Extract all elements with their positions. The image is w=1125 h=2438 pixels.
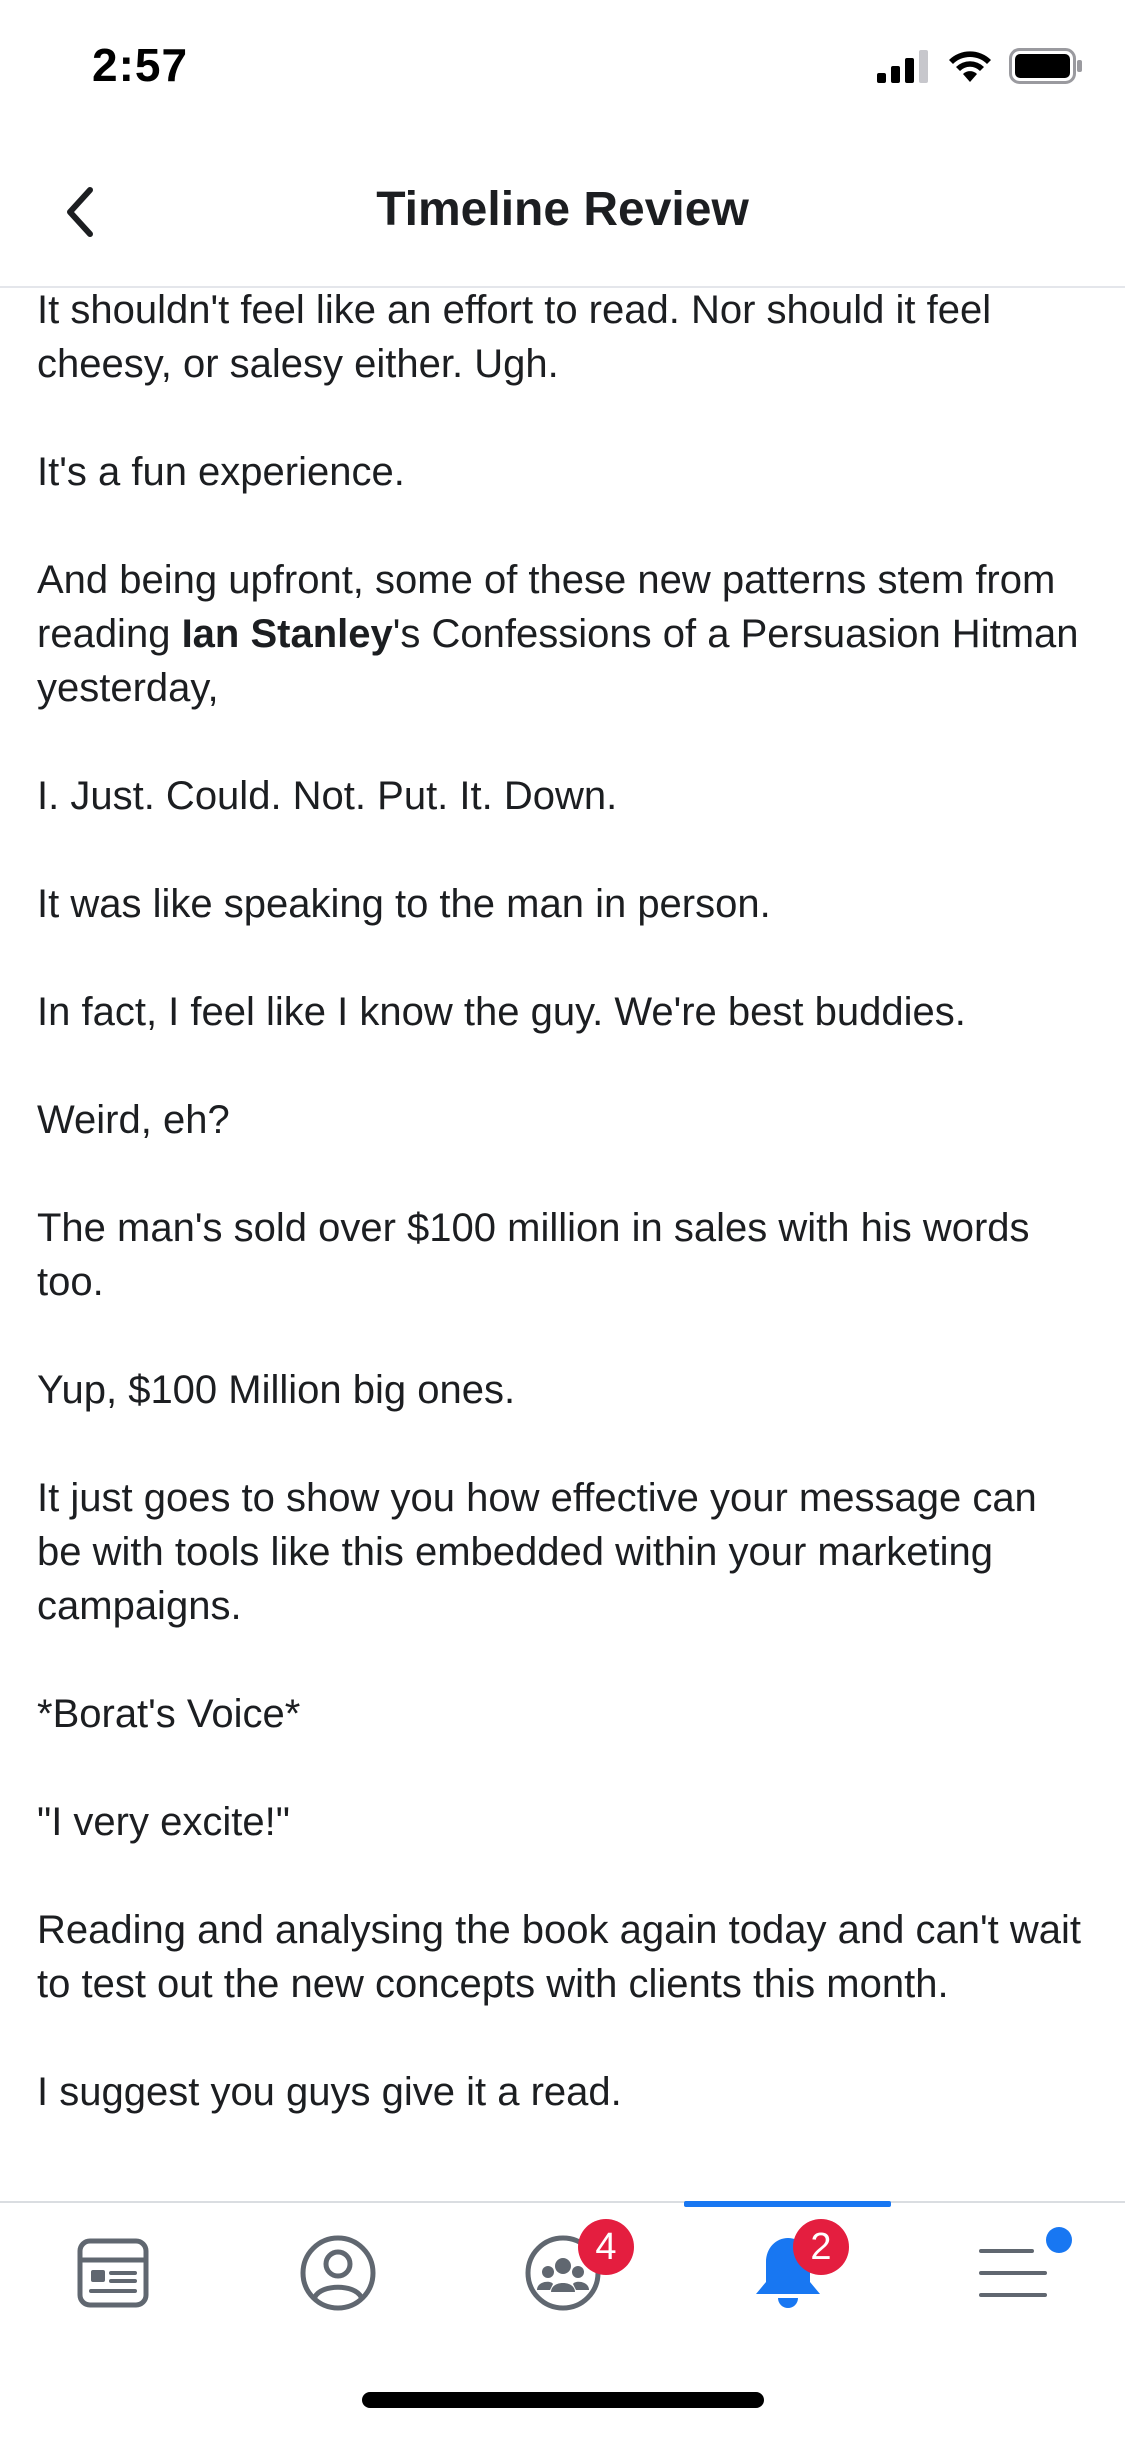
news-feed-icon [77, 2238, 148, 2308]
menu-icon [978, 2249, 1047, 2297]
tab-profile[interactable] [225, 2203, 450, 2343]
post-paragraph: "I very excite!" [37, 1800, 290, 1844]
post-paragraph: The man's sold over $100 million in sale… [37, 1206, 1030, 1304]
wifi-icon [949, 51, 991, 82]
navigation-header: Timeline Review [0, 132, 1125, 288]
post-paragraph: In fact, I feel like I know the guy. We'… [37, 990, 966, 1034]
menu-notification-dot [1046, 2227, 1072, 2253]
post-paragraph: It's a fun experience. [37, 450, 405, 494]
page-title: Timeline Review [376, 183, 749, 236]
status-bar: 2:57 [0, 0, 1125, 132]
post-paragraph: *Borat's Voice* [37, 1692, 301, 1736]
tab-news-feed[interactable] [0, 2203, 225, 2343]
post-paragraph: It shouldn't feel like an effort to read… [37, 288, 992, 386]
tab-groups[interactable]: 4 [450, 2203, 675, 2343]
post-paragraph: Yup, $100 Million big ones. [37, 1368, 516, 1412]
post-paragraph: It was like speaking to the man in perso… [37, 882, 771, 926]
groups-badge: 4 [578, 2219, 634, 2275]
tab-notifications[interactable]: 2 [675, 2203, 900, 2343]
post-paragraph: Weird, eh? [37, 1098, 230, 1142]
mentioned-person-link[interactable]: Ian Stanley [182, 612, 393, 656]
post-paragraph: It just goes to show you how effective y… [37, 1476, 1037, 1628]
post-paragraph: Reading and analysing the book again tod… [37, 1908, 1081, 2006]
notifications-badge: 2 [793, 2219, 849, 2275]
home-indicator [362, 2392, 764, 2408]
post-body: It shouldn't feel like an effort to read… [37, 283, 1088, 2201]
post-paragraph: I suggest you guys give it a read. [37, 2070, 622, 2114]
cellular-signal-icon [877, 50, 928, 83]
post-paragraph: I. Just. Could. Not. Put. It. Down. [37, 774, 618, 818]
profile-icon [300, 2235, 375, 2311]
post-paragraph: And being upfront, some of these new pat… [37, 553, 1088, 715]
tab-menu[interactable] [900, 2203, 1125, 2343]
status-icons [877, 48, 1083, 84]
battery-icon [1009, 48, 1082, 84]
status-time: 2:57 [92, 39, 189, 91]
